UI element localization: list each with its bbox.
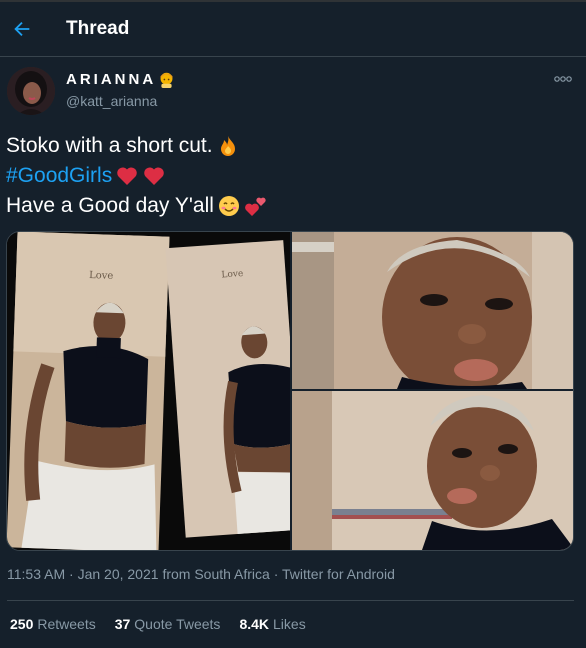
author-handle[interactable]: @katt_arianna (66, 93, 157, 109)
red-heart-emoji (117, 167, 137, 185)
media-grid: Love Love (6, 231, 574, 551)
tweet-line-3: Have a Good day Y'all (6, 191, 268, 221)
divider (7, 600, 574, 601)
tweet-source[interactable]: Twitter for Android (282, 566, 395, 582)
tweet-stats: 250 Retweets 37 Quote Tweets 8.4K Likes (10, 616, 325, 632)
thread-header: Thread (0, 2, 586, 57)
photo-caption-1: Love (89, 270, 114, 282)
avatar-image (7, 67, 55, 115)
collage-photo: Love Love (7, 232, 290, 550)
likes-count: 8.4K (239, 616, 270, 632)
meta-separator: · (273, 566, 279, 582)
arrow-left-icon (14, 21, 30, 37)
tweet-time[interactable]: 11:53 AM (7, 566, 65, 582)
quote-tweets-stat[interactable]: 37 Quote Tweets (115, 616, 221, 632)
media-photo-1[interactable]: Love Love (7, 232, 290, 550)
tweet-location[interactable]: from South Africa (162, 566, 269, 582)
hashtag-link[interactable]: #GoodGirls (6, 161, 112, 191)
display-name[interactable]: ARIANNA (66, 71, 156, 88)
quote-tweets-label: Quote Tweets (134, 616, 221, 632)
meta-separator: · (69, 566, 74, 582)
author-name-row[interactable]: ARIANNA (66, 71, 175, 88)
fire-emoji (220, 136, 235, 156)
likes-label: Likes (273, 616, 306, 632)
tweet-metadata: 11:53 AM · Jan 20, 2021 from South Afric… (7, 566, 395, 582)
selfie-photo (292, 391, 573, 550)
portrait-photo (292, 232, 573, 389)
back-button[interactable] (2, 9, 42, 49)
tweet-date[interactable]: Jan 20, 2021 (78, 566, 159, 582)
tweet-line-3-text: Have a Good day Y'all (6, 194, 214, 217)
page-title: Thread (66, 18, 130, 39)
more-options-icon[interactable] (554, 74, 572, 84)
retweets-count: 250 (10, 616, 34, 632)
photo-caption-2: Love (221, 269, 243, 280)
retweets-label: Retweets (37, 616, 96, 632)
tweet-line-2: #GoodGirls (6, 161, 268, 191)
quote-tweets-count: 37 (114, 616, 131, 632)
tweet-line-1: Stoko with a short cut. (6, 131, 268, 161)
red-heart-emoji (144, 167, 164, 185)
tweet-text: Stoko with a short cut. #GoodGirls Have … (6, 131, 268, 221)
tweet-line-1-text: Stoko with a short cut. (6, 134, 213, 157)
smiling-face-emoji (218, 196, 239, 216)
likes-stat[interactable]: 8.4K Likes (239, 616, 305, 632)
media-photo-3[interactable] (292, 391, 573, 550)
avatar[interactable] (7, 67, 55, 115)
two-hearts-emoji (245, 197, 266, 216)
person-emoji (160, 72, 173, 88)
retweets-stat[interactable]: 250 Retweets (10, 616, 96, 632)
media-photo-2[interactable] (292, 232, 573, 389)
